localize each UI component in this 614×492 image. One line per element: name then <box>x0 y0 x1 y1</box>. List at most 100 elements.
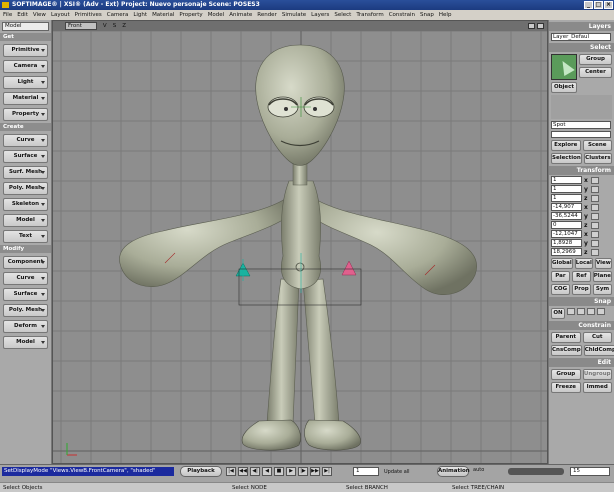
create-text-button[interactable]: Text <box>3 230 48 243</box>
command-line[interactable]: SetDisplayMode "Views.ViewB.FrontCamera"… <box>2 467 174 476</box>
menu-property[interactable]: Property <box>179 12 202 18</box>
object-name-field[interactable]: Spot <box>551 121 611 129</box>
group-button[interactable]: Group <box>551 369 581 380</box>
menu-transform[interactable]: Transform <box>356 12 383 18</box>
menu-camera[interactable]: Camera <box>107 12 129 18</box>
toolbar-mode-select[interactable]: Model <box>2 22 49 31</box>
create-skeleton-button[interactable]: Skeleton <box>3 198 48 211</box>
selection-button[interactable]: Selection <box>551 153 582 164</box>
get-material-button[interactable]: Material <box>3 92 48 105</box>
view-mode-s[interactable]: S <box>113 23 117 29</box>
menu-render[interactable]: Render <box>257 12 277 18</box>
create-surf-mesh-button[interactable]: Surf. Mesh <box>3 166 48 179</box>
cog-button[interactable]: COG <box>551 284 570 295</box>
scale-z-field[interactable]: 1 <box>551 194 582 202</box>
transport-button-5[interactable]: ▶ <box>286 467 296 476</box>
modify-component-button[interactable]: Component <box>3 256 48 269</box>
menu-animate[interactable]: Animate <box>229 12 252 18</box>
freeze-button[interactable]: Freeze <box>551 382 581 393</box>
transport-button-3[interactable]: ◀ <box>262 467 272 476</box>
rotation-y-field[interactable]: -36,5244 <box>551 212 582 220</box>
create-surface-button[interactable]: Surface <box>3 150 48 163</box>
current-frame-field[interactable]: 1 <box>353 467 379 476</box>
scale-z-icon[interactable] <box>591 194 599 202</box>
transport-button-4[interactable]: ■ <box>274 467 284 476</box>
right-foot[interactable] <box>304 419 361 451</box>
menu-snap[interactable]: Snap <box>420 12 434 18</box>
modify-curve-button[interactable]: Curve <box>3 272 48 285</box>
snap-on-button[interactable]: ON <box>551 308 565 319</box>
auto-key-label[interactable]: auto <box>473 467 484 473</box>
menu-layout[interactable]: Layout <box>51 12 70 18</box>
translation-z-field[interactable]: 18,2969 <box>551 248 582 256</box>
left-foot[interactable] <box>241 419 301 451</box>
view-mode-v[interactable]: V <box>103 23 107 29</box>
layer-select[interactable]: Layer_Defaul <box>551 33 611 41</box>
alien-character[interactable] <box>119 44 477 451</box>
scene-button[interactable]: Scene <box>582 140 612 151</box>
menu-light[interactable]: Light <box>133 12 147 18</box>
transport-button-7[interactable]: ▶▶ <box>310 467 320 476</box>
select-arrow-icon[interactable] <box>551 54 577 80</box>
animation-button[interactable]: Animation <box>437 466 470 477</box>
rotation-x-field[interactable]: -14,907 <box>551 203 582 211</box>
end-frame-field[interactable]: 15 <box>570 467 610 476</box>
get-camera-button[interactable]: Camera <box>3 60 48 73</box>
transport-button-0[interactable]: |◀ <box>226 467 236 476</box>
immed-button[interactable]: Immed <box>582 382 612 393</box>
camera-select[interactable]: Front <box>65 22 97 30</box>
viewport-front[interactable]: Front V S Z <box>52 20 548 464</box>
spot-marker-left[interactable] <box>235 259 251 281</box>
maximize-button[interactable]: □ <box>594 1 603 9</box>
menu-layers[interactable]: Layers <box>311 12 329 18</box>
chldcomp-button[interactable]: ChldComp <box>583 345 614 356</box>
rotation-z-icon[interactable] <box>591 221 599 229</box>
right-arm[interactable] <box>310 198 477 296</box>
translation-x-icon[interactable] <box>591 230 599 238</box>
menu-view[interactable]: View <box>33 12 46 18</box>
scale-y-icon[interactable] <box>591 185 599 193</box>
view-space-button[interactable]: View <box>594 258 612 269</box>
modify-model-button[interactable]: Model <box>3 336 48 349</box>
transport-button-2[interactable]: ◀| <box>250 467 260 476</box>
modify-deform-button[interactable]: Deform <box>3 320 48 333</box>
menu-edit[interactable]: Edit <box>17 12 28 18</box>
object-path-field[interactable] <box>551 131 611 138</box>
par-button[interactable]: Par <box>551 271 570 282</box>
translation-y-field[interactable]: 1,8928 <box>551 239 582 247</box>
translation-z-icon[interactable] <box>591 248 599 256</box>
playback-button[interactable]: Playback <box>180 466 222 477</box>
get-light-button[interactable]: Light <box>3 76 48 89</box>
transport-button-1[interactable]: ◀◀ <box>238 467 248 476</box>
menu-primitives[interactable]: Primitives <box>75 12 102 18</box>
local-space-button[interactable]: Local <box>574 258 593 269</box>
close-button[interactable]: × <box>604 1 613 9</box>
rotation-x-icon[interactable] <box>591 203 599 211</box>
cut-button[interactable]: Cut <box>582 332 612 343</box>
cnscomp-button[interactable]: CnsComp <box>551 345 582 356</box>
snap-curve-icon[interactable] <box>587 308 595 315</box>
scale-x-field[interactable]: 1 <box>551 176 582 184</box>
global-space-button[interactable]: Global <box>551 258 573 269</box>
scale-x-icon[interactable] <box>591 176 599 184</box>
snap-point-icon[interactable] <box>567 308 575 315</box>
rotation-z-field[interactable]: 0 <box>551 221 582 229</box>
menu-select[interactable]: Select <box>334 12 351 18</box>
get-primitive-button[interactable]: Primitive <box>3 44 48 57</box>
modify-poly-mesh-button[interactable]: Poly. Mesh <box>3 304 48 317</box>
scale-y-field[interactable]: 1 <box>551 185 582 193</box>
ungroup-button[interactable]: Ungroup <box>582 369 612 380</box>
left-arm[interactable] <box>119 198 290 287</box>
snap-grid-icon[interactable] <box>577 308 585 315</box>
menu-model[interactable]: Model <box>208 12 225 18</box>
menu-constrain[interactable]: Constrain <box>389 12 415 18</box>
get-property-button[interactable]: Property <box>3 108 48 121</box>
minimize-button[interactable]: _ <box>584 1 593 9</box>
scene-canvas[interactable] <box>53 31 547 463</box>
modify-surface-button[interactable]: Surface <box>3 288 48 301</box>
view-mode-z[interactable]: Z <box>122 23 126 29</box>
translation-x-field[interactable]: -12,1047 <box>551 230 582 238</box>
plane-button[interactable]: Plane <box>592 271 612 282</box>
viewport-layout-icon[interactable] <box>528 23 535 29</box>
create-curve-button[interactable]: Curve <box>3 134 48 147</box>
